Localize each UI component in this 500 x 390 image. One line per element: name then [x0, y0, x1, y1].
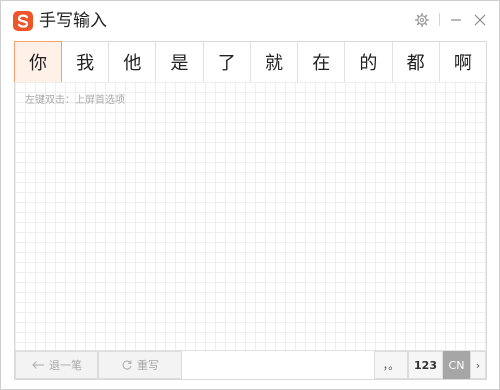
pad-hint: 左键双击：上屏首选项: [25, 95, 125, 106]
chinese-mode-button[interactable]: CN: [443, 351, 470, 379]
candidate-2[interactable]: 我: [62, 42, 110, 82]
minimize-icon: [451, 19, 461, 21]
minimize-button[interactable]: [445, 9, 467, 31]
title-bar: 手写输入: [1, 1, 499, 39]
candidate-4[interactable]: 是: [156, 42, 204, 82]
window-title: 手写输入: [39, 11, 107, 31]
next-page-button[interactable]: ›: [470, 351, 486, 379]
handwriting-pad[interactable]: 左键双击：上屏首选项: [14, 82, 487, 350]
settings-button[interactable]: [411, 9, 433, 31]
candidate-8[interactable]: 的: [345, 42, 393, 82]
undo-stroke-button[interactable]: 退一笔: [15, 351, 98, 379]
arrow-left-icon: [31, 360, 45, 370]
handwriting-input-window: 手写输入 你 我 他 是 了 就 在 的 都 啊 左键双击：上屏首选项 退一笔 …: [0, 0, 500, 390]
gear-icon: [415, 13, 430, 28]
candidate-7[interactable]: 在: [298, 42, 346, 82]
candidate-6[interactable]: 就: [251, 42, 299, 82]
close-icon: [474, 14, 486, 26]
candidate-1[interactable]: 你: [14, 41, 62, 83]
sogou-logo-icon: [13, 11, 33, 31]
bottom-toolbar: 退一笔 重写 ，。 123 CN ›: [14, 350, 487, 380]
number-mode-button[interactable]: 123: [408, 351, 443, 379]
candidate-bar: 你 我 他 是 了 就 在 的 都 啊: [14, 41, 487, 83]
close-button[interactable]: [469, 9, 491, 31]
refresh-icon: [121, 359, 133, 371]
rewrite-label: 重写: [137, 359, 159, 372]
candidate-3[interactable]: 他: [109, 42, 157, 82]
punctuation-button[interactable]: ，。: [374, 351, 408, 379]
rewrite-button[interactable]: 重写: [98, 351, 182, 379]
undo-stroke-label: 退一笔: [49, 359, 82, 372]
candidate-9[interactable]: 都: [393, 42, 440, 82]
candidate-10[interactable]: 啊: [440, 42, 486, 82]
candidate-5[interactable]: 了: [204, 42, 251, 82]
titlebar-divider: [439, 13, 440, 26]
